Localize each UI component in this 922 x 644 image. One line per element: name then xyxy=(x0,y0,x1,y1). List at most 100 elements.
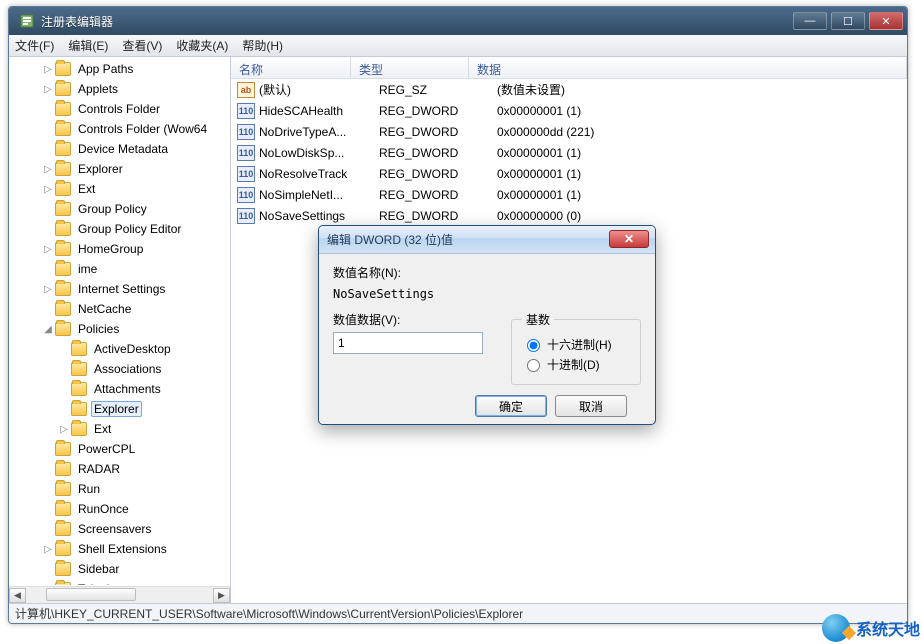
cell-data: 0x000000dd (221) xyxy=(497,125,907,139)
tree-item[interactable]: Associations xyxy=(9,359,230,379)
folder-icon xyxy=(55,542,71,556)
tree-item[interactable]: ▷App Paths xyxy=(9,59,230,79)
tree-item[interactable]: ▷Ext xyxy=(9,419,230,439)
tree-item[interactable]: RADAR xyxy=(9,459,230,479)
folder-icon xyxy=(55,322,71,336)
tree-item[interactable]: Sidebar xyxy=(9,559,230,579)
cell-name: (默认) xyxy=(259,81,379,98)
expand-icon[interactable]: ▷ xyxy=(41,244,55,255)
tree-item[interactable]: ▷ Shell Extensions xyxy=(9,539,230,559)
tree-item-label: PowerCPL xyxy=(75,441,138,457)
statusbar: 计算机\HKEY_CURRENT_USER\Software\Microsoft… xyxy=(9,603,907,623)
cell-data: 0x00000001 (1) xyxy=(497,146,907,160)
tree-item[interactable]: ▷Internet Settings xyxy=(9,279,230,299)
tree-item[interactable]: Run xyxy=(9,479,230,499)
tree-item[interactable]: ▷ HomeGroup xyxy=(9,239,230,259)
expand-icon[interactable]: ▷ xyxy=(41,64,55,75)
tree-item[interactable]: ime xyxy=(9,259,230,279)
folder-icon xyxy=(55,202,71,216)
folder-icon xyxy=(55,102,71,116)
dialog-titlebar[interactable]: 编辑 DWORD (32 位)值 ✕ xyxy=(319,226,655,254)
close-button[interactable]: ✕ xyxy=(869,12,903,30)
scroll-left-button[interactable]: ◀ xyxy=(9,588,26,603)
tree-item[interactable]: PowerCPL xyxy=(9,439,230,459)
menu-help[interactable]: 帮助(H) xyxy=(242,37,283,54)
folder-icon xyxy=(71,342,87,356)
folder-icon xyxy=(55,562,71,576)
dialog-title: 编辑 DWORD (32 位)值 xyxy=(327,231,453,248)
tree-item-label: Controls Folder xyxy=(75,101,163,117)
values-list[interactable]: ab(默认)REG_SZ(数值未设置)110HideSCAHealthREG_D… xyxy=(231,79,907,226)
tree-item[interactable]: Explorer xyxy=(9,399,230,419)
globe-icon xyxy=(822,614,850,642)
tree-item-label: Controls Folder (Wow64 xyxy=(75,121,210,137)
string-value-icon: ab xyxy=(237,82,255,98)
dialog-body: 数值名称(N): NoSaveSettings 数值数据(V): 基数 十六进制… xyxy=(319,254,655,417)
menu-edit[interactable]: 编辑(E) xyxy=(68,37,108,54)
minimize-button[interactable]: — xyxy=(793,12,827,30)
tree-item[interactable]: Screensavers xyxy=(9,519,230,539)
registry-tree[interactable]: ▷App Paths▷Applets Controls Folder Control… xyxy=(9,57,230,585)
column-type[interactable]: 类型 xyxy=(351,57,469,78)
folder-icon xyxy=(71,382,87,396)
tree-item[interactable]: ▷ Ext xyxy=(9,179,230,199)
ok-button[interactable]: 确定 xyxy=(475,395,547,417)
maximize-button[interactable]: ☐ xyxy=(831,12,865,30)
tree-item[interactable]: Device Metadata xyxy=(9,139,230,159)
radio-hex[interactable] xyxy=(527,339,540,352)
tree-item-label: Screensavers xyxy=(75,521,154,537)
folder-icon xyxy=(55,482,71,496)
list-row[interactable]: 110NoDriveTypeA...REG_DWORD0x000000dd (2… xyxy=(231,121,907,142)
menu-favorites[interactable]: 收藏夹(A) xyxy=(176,37,228,54)
scroll-thumb[interactable] xyxy=(46,588,136,601)
expand-icon[interactable]: ▷ xyxy=(41,184,55,195)
expand-icon[interactable]: ▷ xyxy=(57,424,71,435)
tree-item[interactable]: ActiveDesktop xyxy=(9,339,230,359)
tree-item[interactable]: ▷Explorer xyxy=(9,159,230,179)
tree-item[interactable]: Controls Folder (Wow64 xyxy=(9,119,230,139)
cell-type: REG_DWORD xyxy=(379,104,497,118)
scroll-right-button[interactable]: ▶ xyxy=(213,588,230,603)
menu-view[interactable]: 查看(V) xyxy=(122,37,162,54)
expand-icon[interactable]: ▷ xyxy=(41,544,55,555)
list-row[interactable]: 110NoSaveSettingsREG_DWORD0x00000000 (0) xyxy=(231,205,907,226)
list-row[interactable]: 110NoLowDiskSp...REG_DWORD0x00000001 (1) xyxy=(231,142,907,163)
list-row[interactable]: 110NoResolveTrackREG_DWORD0x00000001 (1) xyxy=(231,163,907,184)
dialog-close-button[interactable]: ✕ xyxy=(609,230,649,248)
tree-item[interactable]: NetCache xyxy=(9,299,230,319)
tree-item-label: Shell Extensions xyxy=(75,541,170,557)
expand-icon[interactable]: ▷ xyxy=(41,284,55,295)
radio-dec[interactable] xyxy=(527,359,540,372)
scroll-track[interactable] xyxy=(26,588,213,603)
value-data-label: 数值数据(V): xyxy=(333,311,493,328)
list-row[interactable]: 110NoSimpleNetI...REG_DWORD0x00000001 (1… xyxy=(231,184,907,205)
titlebar[interactable]: 注册表编辑器 — ☐ ✕ xyxy=(9,7,907,35)
tree-item[interactable]: ◢Policies xyxy=(9,319,230,339)
cell-type: REG_SZ xyxy=(379,83,497,97)
expand-icon[interactable]: ▷ xyxy=(41,584,55,586)
expand-icon[interactable]: ▷ xyxy=(41,84,55,95)
tree-item[interactable]: Controls Folder xyxy=(9,99,230,119)
expand-icon[interactable]: ◢ xyxy=(41,324,55,335)
tree-item-label: HomeGroup xyxy=(75,241,146,257)
cell-data: 0x00000001 (1) xyxy=(497,167,907,181)
tree-hscrollbar[interactable]: ◀ ▶ xyxy=(9,586,230,603)
tree-item[interactable]: RunOnce xyxy=(9,499,230,519)
watermark: 系统天地 xyxy=(822,614,920,642)
tree-item[interactable]: Group Policy Editor xyxy=(9,219,230,239)
list-row[interactable]: 110HideSCAHealthREG_DWORD0x00000001 (1) xyxy=(231,100,907,121)
tree-item[interactable]: ▷Applets xyxy=(9,79,230,99)
column-data[interactable]: 数据 xyxy=(469,57,907,78)
column-name[interactable]: 名称 xyxy=(231,57,351,78)
list-row[interactable]: ab(默认)REG_SZ(数值未设置) xyxy=(231,79,907,100)
cancel-button[interactable]: 取消 xyxy=(555,395,627,417)
tree-item-label: Ext xyxy=(75,181,98,197)
tree-item[interactable]: Attachments xyxy=(9,379,230,399)
folder-icon xyxy=(55,302,71,316)
menu-file[interactable]: 文件(F) xyxy=(15,37,54,54)
expand-icon[interactable]: ▷ xyxy=(41,164,55,175)
tree-item[interactable]: ▷Telephony xyxy=(9,579,230,585)
value-data-input[interactable] xyxy=(333,332,483,354)
folder-icon xyxy=(55,182,71,196)
tree-item[interactable]: Group Policy xyxy=(9,199,230,219)
